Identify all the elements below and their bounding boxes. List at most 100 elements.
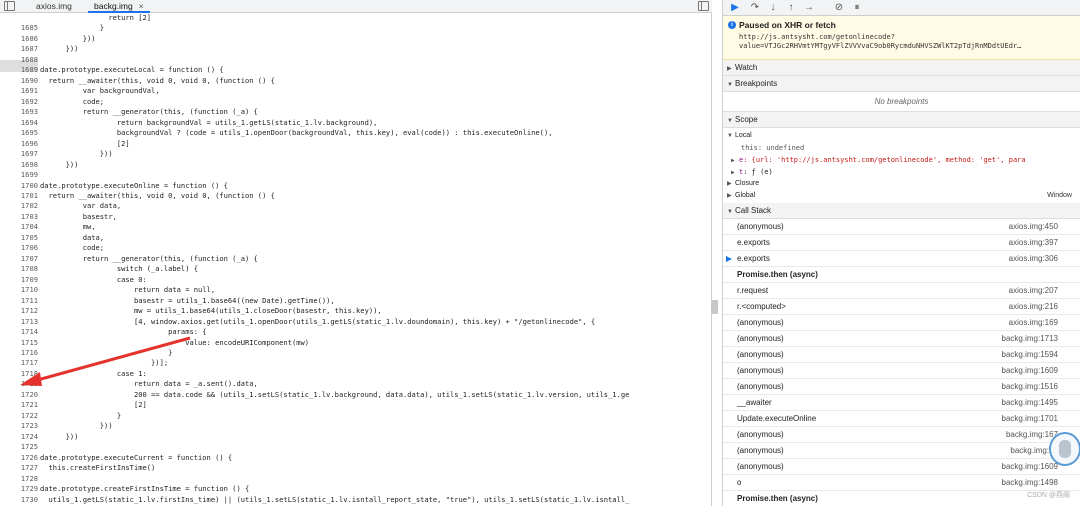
- scope-var-e[interactable]: ▶ e: {url: 'http://js.antsysht.com/getonl…: [727, 154, 1080, 166]
- call-stack-frame[interactable]: __awaiter backg.img:1495: [723, 395, 1080, 411]
- line-number[interactable]: 1710: [0, 285, 38, 295]
- call-stack-frame[interactable]: r.<computed> axios.img:216: [723, 299, 1080, 315]
- code-line[interactable]: 1704 mw,: [0, 222, 712, 232]
- line-number[interactable]: 1726: [0, 453, 38, 463]
- line-number[interactable]: 1698: [0, 160, 38, 170]
- call-stack-frame[interactable]: (anonymous) axios.img:169: [723, 315, 1080, 331]
- line-number[interactable]: 1706: [0, 243, 38, 253]
- scope-section-header[interactable]: ▼ Scope: [723, 112, 1080, 128]
- frame-location[interactable]: backg.img:1609: [1002, 363, 1058, 379]
- code-line[interactable]: 1730 utils_1.getLS(static_1.lv.firstIns_…: [0, 495, 712, 505]
- code-line[interactable]: 1726 date.prototype.executeCurrent = func…: [0, 453, 712, 463]
- code-line[interactable]: 1687 })): [0, 44, 712, 54]
- close-icon[interactable]: ×: [139, 1, 144, 11]
- line-number[interactable]: 1691: [0, 86, 38, 96]
- code-line[interactable]: 1699: [0, 170, 712, 180]
- code-line[interactable]: 1700 date.prototype.executeOnline = funct…: [0, 181, 712, 191]
- line-number[interactable]: 1707: [0, 254, 38, 264]
- line-number[interactable]: 1688: [0, 55, 38, 65]
- line-number[interactable]: 1709: [0, 275, 38, 285]
- code-line[interactable]: 1689 date.prototype.executeLocal = functi…: [0, 65, 712, 75]
- line-number[interactable]: 1714: [0, 327, 38, 337]
- call-stack-frame[interactable]: (anonymous) axios.img:450: [723, 219, 1080, 235]
- tab-backg-img[interactable]: backg.img ×: [88, 0, 150, 13]
- tab-axios-img[interactable]: axios.img: [30, 0, 78, 13]
- line-number[interactable]: 1713: [0, 317, 38, 327]
- scope-closure[interactable]: ▶ Closure: [727, 178, 1080, 190]
- code-line[interactable]: 1718 case 1:: [0, 369, 712, 379]
- line-number[interactable]: 1708: [0, 264, 38, 274]
- line-number[interactable]: 1718: [0, 369, 38, 379]
- code-line[interactable]: 1729 date.prototype.createFirstInsTime = …: [0, 484, 712, 494]
- line-number[interactable]: 1725: [0, 442, 38, 452]
- line-number[interactable]: 1695: [0, 128, 38, 138]
- call-stack-frame[interactable]: Update.executeOnline backg.img:1701: [723, 411, 1080, 427]
- code-line[interactable]: 1702 var data,: [0, 201, 712, 211]
- call-stack-frame[interactable]: (anonymous) backg.img:1713: [723, 331, 1080, 347]
- deactivate-breakpoints-icon[interactable]: ⊘: [833, 2, 845, 14]
- step-out-icon[interactable]: ↑: [785, 2, 797, 14]
- call-stack-section-header[interactable]: ▼ Call Stack: [723, 203, 1080, 219]
- code-line[interactable]: 1719 return data = _a.sent().data,: [0, 379, 712, 389]
- code-line[interactable]: 1708 switch (_a.label) {: [0, 264, 712, 274]
- scope-var-this[interactable]: this: undefined: [727, 142, 1080, 154]
- line-number[interactable]: 1719: [0, 379, 38, 389]
- code-line[interactable]: 1720 200 == data.code && (utils_1.setLS(…: [0, 390, 712, 400]
- code-line[interactable]: 1691 var backgroundVal,: [0, 86, 712, 96]
- code-line[interactable]: 1724 })): [0, 432, 712, 442]
- line-number[interactable]: 1694: [0, 118, 38, 128]
- code-line[interactable]: 1695 backgroundVal ? (code = utils_1.ope…: [0, 128, 712, 138]
- line-number[interactable]: 1703: [0, 212, 38, 222]
- frame-location[interactable]: axios.img:450: [1009, 219, 1058, 235]
- code-line[interactable]: 1714 params: {: [0, 327, 712, 337]
- call-stack-frame[interactable]: r.request axios.img:207: [723, 283, 1080, 299]
- line-number[interactable]: 1685: [0, 23, 38, 33]
- code-line[interactable]: 1709 case 0:: [0, 275, 712, 285]
- code-line[interactable]: 1713 [4, window.axios.get(utils_1.openDo…: [0, 317, 712, 327]
- call-stack-frame[interactable]: (anonymous) backg.img:167: [723, 427, 1080, 443]
- step-icon[interactable]: →: [803, 2, 815, 14]
- line-number[interactable]: 1693: [0, 107, 38, 117]
- line-number[interactable]: 1723: [0, 421, 38, 431]
- resume-icon[interactable]: ▶︎: [729, 2, 741, 14]
- line-number[interactable]: 1690: [0, 76, 38, 86]
- line-number[interactable]: 1727: [0, 463, 38, 473]
- code-line[interactable]: 1712 mw = utils_1.base64(utils_1.closeDo…: [0, 306, 712, 316]
- frame-location[interactable]: axios.img:306: [1009, 251, 1058, 267]
- code-line[interactable]: 1698 })): [0, 160, 712, 170]
- frame-location[interactable]: axios.img:169: [1009, 315, 1058, 331]
- line-number[interactable]: 1687: [0, 44, 38, 54]
- code-line[interactable]: 1721 [2]: [0, 400, 712, 410]
- code-line[interactable]: 1693 return __generator(this, (function …: [0, 107, 712, 117]
- frame-location[interactable]: axios.img:397: [1009, 235, 1058, 251]
- call-stack-frame[interactable]: (anonymous) backg.img:1516: [723, 379, 1080, 395]
- line-number[interactable]: 1721: [0, 400, 38, 410]
- toggle-navigator-icon[interactable]: [4, 1, 15, 11]
- frame-location[interactable]: backg.img:1495: [1002, 395, 1058, 411]
- pause-on-exceptions-icon[interactable]: ⏸: [851, 2, 863, 14]
- step-into-icon[interactable]: ↓: [767, 2, 779, 14]
- line-number[interactable]: 1722: [0, 411, 38, 421]
- call-stack-frame[interactable]: (anonymous) backg.img:15: [723, 443, 1080, 459]
- toggle-debugger-icon[interactable]: [698, 1, 709, 11]
- line-number[interactable]: 1696: [0, 139, 38, 149]
- line-number[interactable]: 1704: [0, 222, 38, 232]
- line-number[interactable]: 1729: [0, 484, 38, 494]
- scope-local[interactable]: ▼ Local: [727, 130, 1080, 142]
- code-line[interactable]: 1717 })];: [0, 358, 712, 368]
- line-number[interactable]: 1728: [0, 474, 38, 484]
- frame-location[interactable]: backg.img:1701: [1002, 411, 1058, 427]
- code-line[interactable]: 1697 })): [0, 149, 712, 159]
- line-number[interactable]: 1724: [0, 432, 38, 442]
- code-line[interactable]: 1710 return data = null,: [0, 285, 712, 295]
- code-line[interactable]: 1715 value: encodeURIComponent(mw): [0, 338, 712, 348]
- line-number[interactable]: 1689: [0, 65, 38, 75]
- code-line[interactable]: 1711 basestr = utils_1.base64((new Date)…: [0, 296, 712, 306]
- line-number[interactable]: 1701: [0, 191, 38, 201]
- frame-location[interactable]: axios.img:216: [1009, 299, 1058, 315]
- code-line[interactable]: 1723 })): [0, 421, 712, 431]
- scope-var-t[interactable]: ▶ t: ƒ (e): [727, 166, 1080, 178]
- line-number[interactable]: 1697: [0, 149, 38, 159]
- line-number[interactable]: 1711: [0, 296, 38, 306]
- code-line[interactable]: 1706 code;: [0, 243, 712, 253]
